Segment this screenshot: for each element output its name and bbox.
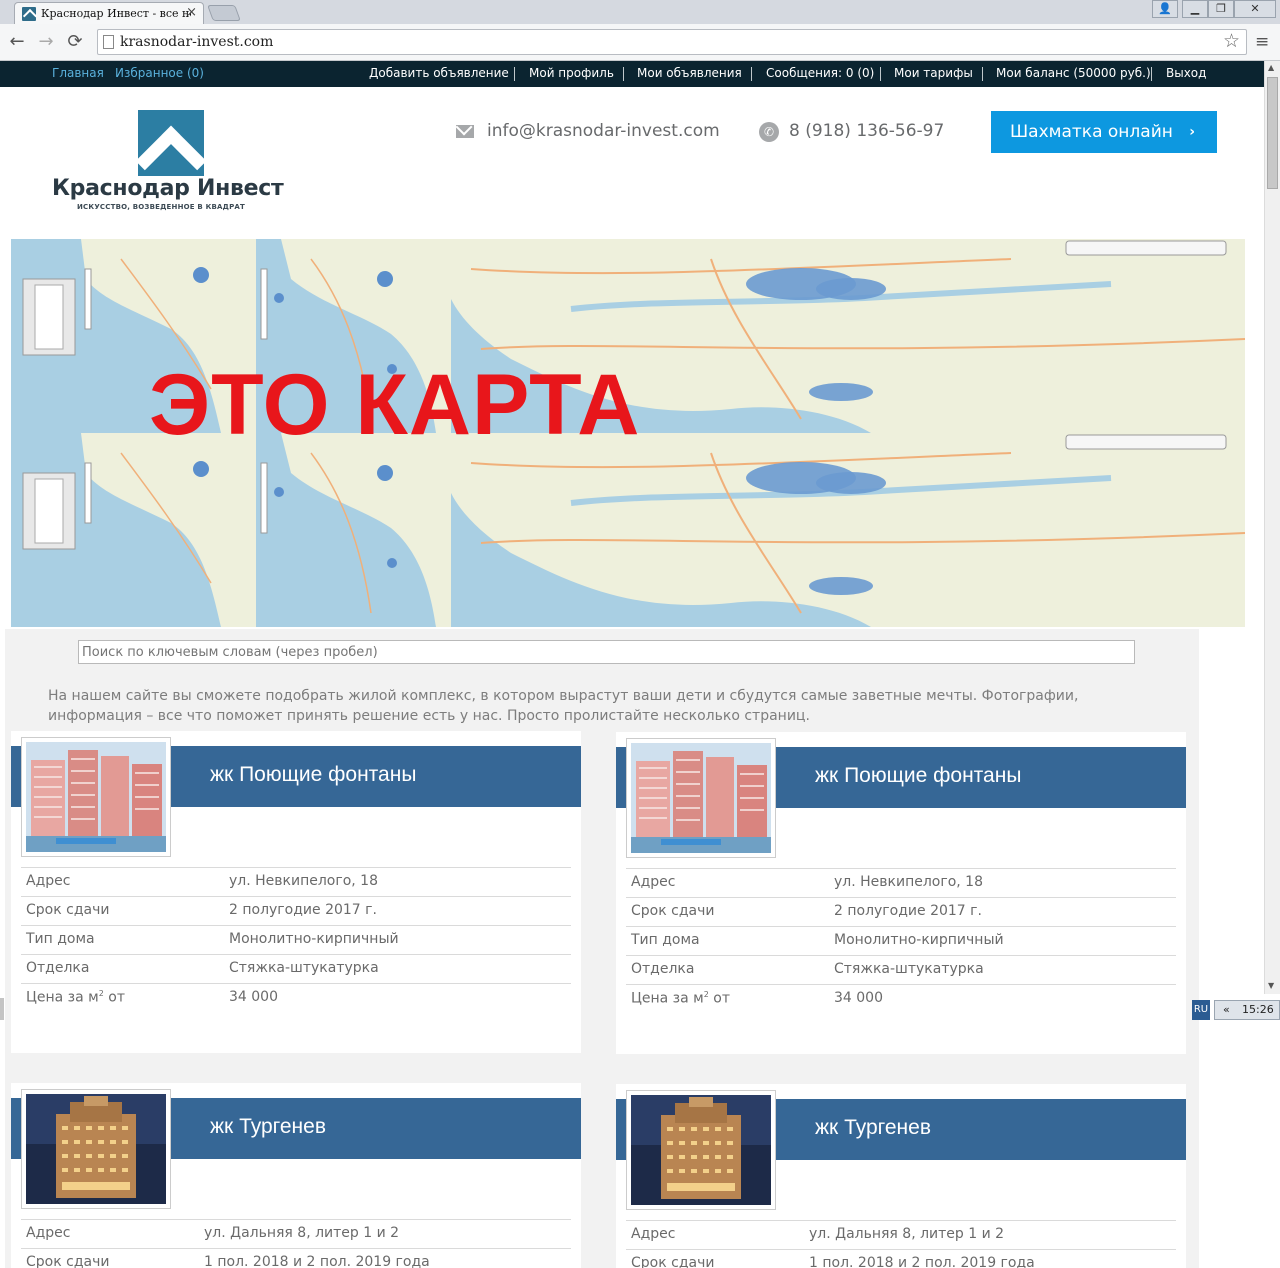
window-edge bbox=[0, 998, 4, 1020]
close-window-button[interactable]: ✕ bbox=[1234, 0, 1276, 18]
maximize-button[interactable]: ❐ bbox=[1208, 0, 1234, 18]
logo-name: Краснодар Инвест bbox=[52, 176, 284, 201]
listing-row-finishing: Отделка Стяжка-штукатурка bbox=[626, 955, 1176, 984]
nav-tariffs-link[interactable]: Мои тарифы bbox=[894, 66, 973, 80]
intro-text: На нашем сайте вы сможете подобрать жило… bbox=[5, 684, 1199, 730]
tab-close-icon[interactable]: × bbox=[186, 5, 197, 20]
tray-expand-icon[interactable]: « bbox=[1223, 1001, 1230, 1019]
chevron-right-icon: › bbox=[1189, 124, 1195, 140]
tab-title: Краснодар Инвест - все новостройки bbox=[41, 7, 191, 20]
scrollbar-thumb[interactable] bbox=[1267, 77, 1278, 189]
nav-balance-link[interactable]: Мои баланс (50000 руб.) bbox=[996, 66, 1151, 80]
scroll-down-icon[interactable]: ▼ bbox=[1268, 981, 1274, 990]
forward-icon[interactable]: → bbox=[36, 32, 56, 52]
nav-divider bbox=[982, 67, 983, 81]
nav-messages-link[interactable]: Сообщения: 0 (0) bbox=[766, 66, 874, 80]
listing-photo[interactable] bbox=[626, 1090, 776, 1210]
scroll-up-icon[interactable]: ▲ bbox=[1268, 63, 1274, 72]
reload-icon[interactable]: ⟳ bbox=[65, 32, 85, 52]
browser-tabbar: Краснодар Инвест - все новостройки × 👤 ▁… bbox=[0, 0, 1280, 24]
listing-title[interactable]: жк Поющие фонтаны bbox=[815, 764, 1021, 788]
nav-divider bbox=[1151, 67, 1152, 81]
listing-photo[interactable] bbox=[626, 738, 776, 858]
nav-add-listing-link[interactable]: Добавить объявление bbox=[369, 66, 509, 80]
listing-row-deadline: Срок сдачи 1 пол. 2018 и 2 пол. 2019 год… bbox=[21, 1248, 571, 1268]
listing-row-price: Цена за м2 от 34 000 bbox=[626, 984, 1176, 1013]
nav-divider bbox=[514, 67, 515, 81]
listing-row-address: Адрес ул. Невкипелого, 18 bbox=[21, 867, 571, 896]
nav-logout-link[interactable]: Выход bbox=[1166, 66, 1206, 80]
address-bar[interactable]: krasnodar-invest.com ☆ bbox=[97, 29, 1247, 55]
bookmark-star-icon[interactable]: ☆ bbox=[1223, 30, 1240, 52]
logo-tagline: ИСКУССТВО, ВОЗВЕДЕННОЕ В КВАДРАТ bbox=[77, 203, 246, 211]
listing-title[interactable]: жк Тургенев bbox=[815, 1116, 931, 1140]
listing-row-deadline: Срок сдачи 2 полугодие 2017 г. bbox=[626, 897, 1176, 926]
site-top-nav: Главная Избранное (0) Добавить объявлени… bbox=[0, 61, 1264, 87]
envelope-icon bbox=[456, 125, 474, 138]
listing-card[interactable]: жк Поющие фонтаны Адрес ул. Невкипелого,… bbox=[616, 732, 1186, 1054]
listing-title[interactable]: жк Поющие фонтаны bbox=[210, 763, 416, 787]
header-email[interactable]: info@krasnodar-invest.com bbox=[487, 121, 720, 141]
page-icon bbox=[103, 35, 114, 49]
listing-title[interactable]: жк Тургенев bbox=[210, 1115, 326, 1139]
listing-row-address: Адрес ул. Невкипелого, 18 bbox=[626, 868, 1176, 897]
back-icon[interactable]: ← bbox=[7, 32, 27, 52]
price-label: Цена за м2 от bbox=[631, 990, 730, 1007]
keyword-search-input[interactable] bbox=[78, 640, 1135, 664]
browser-toolbar: ← → ⟳ krasnodar-invest.com ☆ ≡ bbox=[0, 24, 1280, 61]
listing-row-address: Адрес ул. Дальняя 8, литер 1 и 2 bbox=[21, 1219, 571, 1248]
map[interactable]: ЭТО КАРТА bbox=[11, 239, 1245, 627]
site-favicon-icon bbox=[22, 7, 36, 21]
cta-label: Шахматка онлайн bbox=[1010, 122, 1173, 142]
clock[interactable]: 15:26 bbox=[1242, 1001, 1274, 1019]
nav-home-link[interactable]: Главная bbox=[52, 66, 104, 80]
minimize-button[interactable]: ▁ bbox=[1182, 0, 1208, 18]
listing-row-deadline: Срок сдачи 2 полугодие 2017 г. bbox=[21, 896, 571, 925]
listing-row-house-type: Тип дома Монолитно-кирпичный bbox=[21, 925, 571, 954]
phone-icon: ✆ bbox=[759, 122, 779, 142]
chessboard-online-button[interactable]: Шахматка онлайн › bbox=[991, 111, 1217, 153]
url-text[interactable]: krasnodar-invest.com bbox=[120, 34, 273, 50]
listing-row-address: Адрес ул. Дальняя 8, литер 1 и 2 bbox=[626, 1220, 1176, 1249]
nav-favorites-link[interactable]: Избранное (0) bbox=[115, 66, 204, 80]
listing-card[interactable]: жк Поющие фонтаны Адрес ул. Невкипелого,… bbox=[11, 731, 581, 1053]
listing-row-house-type: Тип дома Монолитно-кирпичный bbox=[626, 926, 1176, 955]
header-phone[interactable]: 8 (918) 136-56-97 bbox=[789, 121, 944, 141]
page-scrollbar[interactable]: ▲ ▼ bbox=[1264, 61, 1280, 994]
nav-my-listings-link[interactable]: Мои объявления bbox=[637, 66, 742, 80]
nav-divider bbox=[623, 67, 624, 81]
nav-divider bbox=[751, 67, 752, 81]
profile-icon[interactable]: 👤 bbox=[1152, 0, 1178, 18]
system-tray: « 15:26 bbox=[1214, 1000, 1280, 1020]
listing-photo[interactable] bbox=[21, 1089, 171, 1209]
listing-card[interactable]: жк Тургенев Адрес ул. Дальняя 8, литер 1… bbox=[616, 1084, 1186, 1268]
nav-profile-link[interactable]: Мой профиль bbox=[529, 66, 614, 80]
price-label: Цена за м2 от bbox=[26, 989, 125, 1006]
listing-photo[interactable] bbox=[21, 737, 171, 857]
browser-menu-icon[interactable]: ≡ bbox=[1255, 32, 1269, 52]
listing-row-price: Цена за м2 от 34 000 bbox=[21, 983, 571, 1012]
browser-tab[interactable]: Краснодар Инвест - все новостройки × bbox=[14, 2, 204, 24]
listing-row-deadline: Срок сдачи 1 пол. 2018 и 2 пол. 2019 год… bbox=[626, 1249, 1176, 1268]
nav-divider bbox=[880, 67, 881, 81]
listing-row-finishing: Отделка Стяжка-штукатурка bbox=[21, 954, 571, 983]
map-placeholder-label: ЭТО КАРТА bbox=[149, 357, 641, 453]
language-indicator[interactable]: RU bbox=[1192, 1000, 1210, 1020]
listing-card[interactable]: жк Тургенев Адрес ул. Дальняя 8, литер 1… bbox=[11, 1083, 581, 1268]
new-tab-button[interactable] bbox=[207, 5, 241, 21]
logo-house-icon bbox=[138, 110, 204, 176]
